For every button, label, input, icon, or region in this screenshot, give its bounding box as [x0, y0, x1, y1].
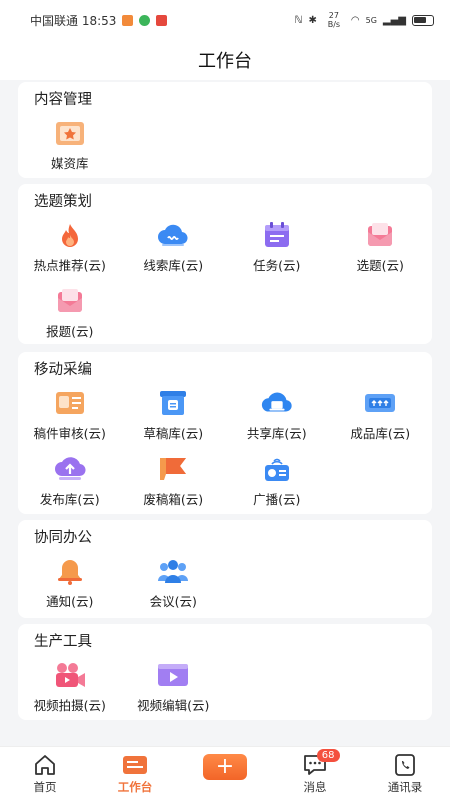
manuscript-review-label: 稿件审核(云)	[33, 426, 106, 441]
video-edit-button[interactable]: 视频编辑(云)	[122, 654, 226, 720]
nav-home-label: 首页	[33, 779, 57, 794]
video-shoot-button[interactable]: 视频拍摄(云)	[18, 654, 122, 720]
topic-label: 选题(云)	[356, 258, 404, 273]
clue-library-label: 线索库(云)	[143, 258, 204, 273]
cloud-clue-icon	[156, 220, 190, 250]
nav-messages[interactable]: 消息 68	[270, 747, 360, 800]
section-production-tools: 生产工具 视频拍摄(云) 视频编辑(云)	[18, 624, 432, 720]
nav-contacts-label: 通讯录	[387, 779, 423, 794]
nav-home[interactable]: 首页	[0, 747, 90, 800]
media-library-label: 媒资库	[50, 156, 89, 171]
section-title: 移动采编	[34, 362, 92, 378]
section-title: 生产工具	[34, 634, 92, 650]
trash-box-label: 废稿箱(云)	[143, 492, 204, 507]
publish-library-label: 发布库(云)	[39, 492, 100, 507]
notification-button[interactable]: 通知(云)	[18, 550, 122, 616]
finished-library-button[interactable]: 成品库(云)	[329, 382, 433, 448]
page-title: 工作台	[198, 51, 252, 72]
bottom-nav: 首页 工作台 + 消息 68 通讯录	[0, 746, 450, 800]
topic-button[interactable]: 选题(云)	[329, 214, 433, 280]
section-topic-planning: 选题策划 热点推荐(云) 线索库(云) 任务(云) 选题(云) 报题(云)	[18, 184, 432, 344]
shared-library-label: 共享库(云)	[246, 426, 307, 441]
phone-icon	[139, 14, 151, 26]
task-calendar-icon	[260, 220, 294, 250]
hot-recommend-button[interactable]: 热点推荐(云)	[18, 214, 122, 280]
trash-flag-icon	[156, 454, 190, 484]
notification-app-icon	[122, 14, 134, 26]
report-topic-button[interactable]: 报题(云)	[18, 280, 122, 346]
status-bar: 中国联通 18:53 ℕ ✱ 27 B/s ◠ 5G ▂▄▆	[0, 0, 450, 40]
contacts-phone-icon	[392, 753, 418, 777]
manuscript-review-icon	[53, 388, 87, 418]
shared-library-button[interactable]: 共享库(云)	[225, 382, 329, 448]
draft-library-button[interactable]: 草稿库(云)	[122, 382, 226, 448]
fire-icon	[53, 220, 87, 250]
hot-recommend-label: 热点推荐(云)	[33, 258, 106, 273]
signal-label: 5G	[365, 15, 377, 25]
page-title-bar: 工作台	[0, 40, 450, 80]
net-speed: 27 B/s	[327, 11, 341, 29]
nav-messages-label: 消息	[303, 779, 327, 794]
broadcast-label: 广播(云)	[253, 492, 301, 507]
meeting-people-icon	[156, 556, 190, 586]
workbench-icon	[122, 753, 148, 777]
nav-workbench-label: 工作台	[117, 779, 153, 794]
trash-box-button[interactable]: 废稿箱(云)	[122, 448, 226, 514]
report-envelope-icon	[53, 286, 87, 316]
nav-workbench[interactable]: 工作台	[90, 747, 180, 800]
shared-cloud-icon	[260, 388, 294, 418]
battery-icon	[412, 14, 434, 26]
plus-icon: +	[215, 753, 235, 779]
topic-envelope-icon	[363, 220, 397, 250]
report-topic-label: 报题(云)	[46, 324, 94, 339]
section-content-management: 内容管理 媒资库	[18, 82, 432, 178]
broadcast-radio-icon	[260, 454, 294, 484]
meeting-label: 会议(云)	[149, 594, 197, 609]
finished-library-icon	[363, 388, 397, 418]
task-label: 任务(云)	[253, 258, 301, 273]
message-app-icon	[156, 14, 168, 26]
manuscript-review-button[interactable]: 稿件审核(云)	[18, 382, 122, 448]
section-mobile-editing: 移动采编 稿件审核(云) 草稿库(云) 共享库(云) 成品库(云) 发布库(云)…	[18, 352, 432, 514]
signal-bars-icon: ▂▄▆	[382, 14, 406, 26]
nav-contacts[interactable]: 通讯录	[360, 747, 450, 800]
video-edit-label: 视频编辑(云)	[137, 698, 210, 713]
draft-library-icon	[156, 388, 190, 418]
video-shoot-label: 视频拍摄(云)	[33, 698, 106, 713]
publish-library-button[interactable]: 发布库(云)	[18, 448, 122, 514]
notification-label: 通知(云)	[46, 594, 94, 609]
nfc-icon: ℕ	[294, 14, 303, 26]
wifi-icon: ◠	[350, 14, 360, 26]
nav-add[interactable]: +	[180, 747, 270, 800]
task-button[interactable]: 任务(云)	[225, 214, 329, 280]
broadcast-button[interactable]: 广播(云)	[225, 448, 329, 514]
clue-library-button[interactable]: 线索库(云)	[122, 214, 226, 280]
carrier-time: 中国联通 18:53	[30, 13, 117, 28]
media-library-icon	[53, 118, 87, 148]
bluetooth-icon: ✱	[308, 14, 317, 26]
section-title: 协同办公	[34, 530, 92, 546]
publish-upload-icon	[53, 454, 87, 484]
add-button[interactable]: +	[203, 753, 247, 780]
media-library-button[interactable]: 媒资库	[18, 112, 122, 178]
section-collaboration: 协同办公 通知(云) 会议(云)	[18, 520, 432, 618]
draft-library-label: 草稿库(云)	[143, 426, 204, 441]
video-camera-icon	[53, 660, 87, 690]
meeting-button[interactable]: 会议(云)	[122, 550, 226, 616]
section-title: 选题策划	[34, 194, 92, 210]
video-edit-icon	[156, 660, 190, 690]
messages-badge: 68	[316, 749, 340, 762]
home-icon	[32, 753, 58, 777]
section-title: 内容管理	[34, 92, 92, 108]
finished-library-label: 成品库(云)	[350, 426, 411, 441]
notification-bell-icon	[53, 556, 87, 586]
